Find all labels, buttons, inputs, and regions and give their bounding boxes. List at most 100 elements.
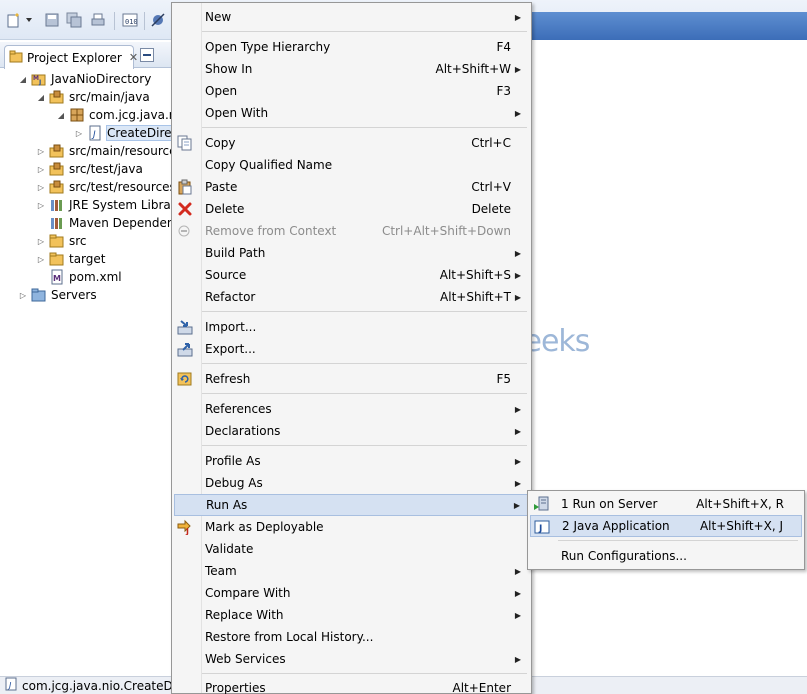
menu-item-label: Validate [205, 542, 254, 556]
menu-item-copy-qualified-name[interactable]: Copy Qualified Name [174, 154, 529, 176]
tree-item-maven-dependencies[interactable]: Maven Dependenc [36, 214, 181, 232]
menu-item-label: Replace With [205, 608, 284, 622]
menu-item-label: Open Type Hierarchy [205, 40, 331, 54]
collapse-all-icon[interactable] [140, 48, 154, 62]
collapsed-arrow-icon[interactable]: ▷ [36, 237, 46, 246]
expanded-arrow-icon[interactable]: ◢ [36, 93, 46, 102]
save-icon[interactable] [44, 12, 60, 28]
menu-item-label: Remove from Context [205, 224, 337, 238]
tree-item-src[interactable]: ▷ src [36, 232, 87, 250]
menu-item-label: Open [205, 84, 238, 98]
tree-item-label: Maven Dependenc [69, 216, 182, 230]
menu-separator [202, 127, 527, 128]
menu-item-source[interactable]: Source Alt+Shift+S ▶ [174, 264, 529, 286]
binary-icon[interactable]: 010 [122, 12, 138, 28]
menu-item-shortcut: Alt+Shift+S [439, 268, 511, 282]
collapsed-arrow-icon[interactable]: ▷ [36, 255, 46, 264]
close-icon[interactable]: ✕ [129, 51, 138, 64]
tab-project-explorer[interactable]: Project Explorer ✕ [4, 45, 138, 69]
menu-item-open-type-hierarchy[interactable]: Open Type Hierarchy F4 [174, 36, 529, 58]
folder-icon [49, 233, 65, 249]
expanded-arrow-icon[interactable]: ◢ [56, 111, 66, 120]
save-all-icon[interactable] [66, 12, 82, 28]
menu-item-shortcut: Ctrl+Alt+Shift+Down [381, 224, 511, 238]
tree-item-label: src/main/resource [69, 144, 177, 158]
menu-item-export[interactable]: Export... [174, 338, 529, 360]
menu-item-import[interactable]: Import... [174, 316, 529, 338]
submenu-arrow-icon: ▶ [514, 456, 521, 466]
menu-item-mark-as-deployable[interactable]: J Mark as Deployable [174, 516, 529, 538]
menu-item-label: New [205, 10, 232, 24]
skip-breakpoints-icon[interactable] [150, 12, 166, 28]
menu-item-profile-as[interactable]: Profile As ▶ [174, 450, 529, 472]
menu-item-restore-from-local-history[interactable]: Restore from Local History... [174, 626, 529, 648]
paste-icon [177, 179, 193, 195]
tree-item-src-main-resources[interactable]: ▷ src/main/resource [36, 142, 177, 160]
menu-item-properties[interactable]: Properties Alt+Enter [174, 677, 529, 694]
menu-item-declarations[interactable]: Declarations ▶ [174, 420, 529, 442]
tree-item-label: CreateDirec [105, 125, 180, 141]
tree-item-src-test-resources[interactable]: ▷ src/test/resources [36, 178, 176, 196]
tree-item-label: src/test/java [69, 162, 143, 176]
maven-file-icon: M [49, 269, 65, 285]
tree-item-jre-system-library[interactable]: ▷ JRE System Library [36, 196, 183, 214]
submenu-arrow-icon: ▶ [514, 64, 521, 74]
menu-item-run-as[interactable]: Run As ▶ [174, 494, 529, 516]
expanded-arrow-icon[interactable]: ◢ [18, 75, 28, 84]
menu-item-show-in[interactable]: Show In Alt+Shift+W ▶ [174, 58, 529, 80]
submenu-arrow-icon: ▶ [514, 478, 521, 488]
menu-item-paste[interactable]: Paste Ctrl+V [174, 176, 529, 198]
menu-item-refactor[interactable]: Refactor Alt+Shift+T ▶ [174, 286, 529, 308]
menu-separator [202, 311, 527, 312]
source-folder-icon [49, 143, 65, 159]
tree-item-createdirectory[interactable]: ▷ J CreateDirec [74, 124, 180, 142]
collapsed-arrow-icon[interactable]: ▷ [74, 129, 84, 138]
tree-item-src-main-java[interactable]: ◢ src/main/java [36, 88, 150, 106]
tree-item-javaniodirectory[interactable]: ◢ MJ JavaNioDirectory [18, 70, 151, 88]
context-menu: New ▶ Open Type Hierarchy F4 Show In Alt… [171, 2, 532, 694]
library-icon [49, 215, 65, 231]
menu-item-java-application[interactable]: J 2 Java Application Alt+Shift+X, J [530, 515, 802, 537]
menu-item-label: Show In [205, 62, 253, 76]
menu-item-replace-with[interactable]: Replace With ▶ [174, 604, 529, 626]
menu-item-references[interactable]: References ▶ [174, 398, 529, 420]
submenu-arrow-icon: ▶ [514, 270, 521, 280]
collapsed-arrow-icon[interactable]: ▷ [36, 201, 46, 210]
menu-item-label: Open With [205, 106, 269, 120]
tree-item-pom-xml[interactable]: M pom.xml [36, 268, 122, 286]
menu-item-refresh[interactable]: Refresh F5 [174, 368, 529, 390]
menu-item-open[interactable]: Open F3 [174, 80, 529, 102]
package-icon [69, 107, 85, 123]
menu-item-debug-as[interactable]: Debug As ▶ [174, 472, 529, 494]
collapsed-arrow-icon[interactable]: ▷ [36, 165, 46, 174]
tree-item-src-test-java[interactable]: ▷ src/test/java [36, 160, 143, 178]
collapsed-arrow-icon[interactable]: ▷ [36, 183, 46, 192]
menu-item-team[interactable]: Team ▶ [174, 560, 529, 582]
menu-item-compare-with[interactable]: Compare With ▶ [174, 582, 529, 604]
menu-item-run-on-server[interactable]: 1 Run on Server Alt+Shift+X, R [530, 493, 802, 515]
tree-item-package[interactable]: ◢ com.jcg.java.nio [56, 106, 187, 124]
menu-item-build-path[interactable]: Build Path ▶ [174, 242, 529, 264]
menu-item-new[interactable]: New ▶ [174, 6, 529, 28]
menu-item-run-configurations[interactable]: Run Configurations... [530, 545, 802, 567]
menu-item-label: Profile As [205, 454, 261, 468]
menu-item-label: References [205, 402, 272, 416]
chevron-down-icon[interactable] [24, 12, 34, 28]
toolbar-accent-bar [532, 12, 807, 40]
new-wizard-icon[interactable] [6, 12, 22, 28]
tree-item-servers[interactable]: ▷ Servers [18, 286, 97, 304]
menu-item-shortcut: F5 [496, 372, 511, 386]
menu-item-label: Run As [206, 498, 248, 512]
menu-item-validate[interactable]: Validate [174, 538, 529, 560]
collapsed-arrow-icon[interactable]: ▷ [18, 291, 28, 300]
print-icon[interactable] [90, 12, 106, 28]
menu-item-copy[interactable]: Copy Ctrl+C [174, 132, 529, 154]
deploy-icon: J [177, 519, 193, 535]
menu-item-open-with[interactable]: Open With ▶ [174, 102, 529, 124]
svg-text:010: 010 [125, 18, 138, 26]
tree-item-target[interactable]: ▷ target [36, 250, 106, 268]
menu-item-label: Copy Qualified Name [205, 158, 333, 172]
menu-item-web-services[interactable]: Web Services ▶ [174, 648, 529, 670]
collapsed-arrow-icon[interactable]: ▷ [36, 147, 46, 156]
menu-item-delete[interactable]: Delete Delete [174, 198, 529, 220]
